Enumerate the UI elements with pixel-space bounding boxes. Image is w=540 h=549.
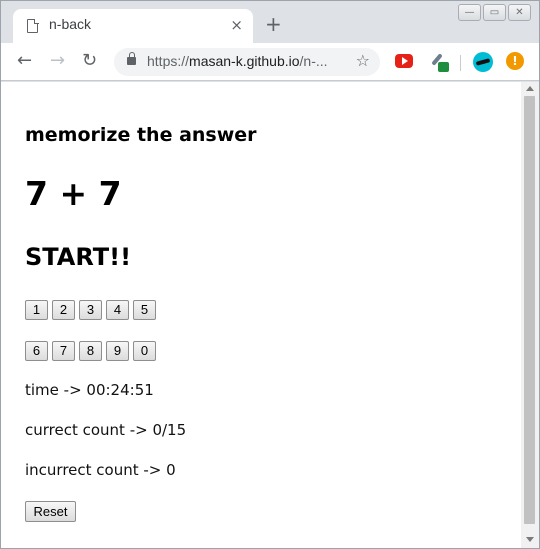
youtube-icon[interactable] bbox=[395, 54, 413, 68]
key-0-button[interactable]: 0 bbox=[133, 341, 156, 361]
forward-icon[interactable]: → bbox=[50, 50, 65, 72]
instruction-heading: memorize the answer bbox=[25, 124, 257, 146]
scroll-thumb[interactable] bbox=[524, 96, 535, 524]
tab-n-back[interactable]: n-back × bbox=[13, 9, 253, 43]
status-heading: START!! bbox=[25, 243, 132, 271]
page-icon bbox=[27, 18, 39, 33]
key-8-button[interactable]: 8 bbox=[79, 341, 102, 361]
key-5-button[interactable]: 5 bbox=[133, 300, 156, 320]
lock-icon[interactable] bbox=[127, 52, 136, 65]
bookmark-star-icon[interactable]: ☆ bbox=[356, 51, 370, 70]
scroll-down-arrow-icon[interactable] bbox=[526, 537, 534, 542]
color-picker-icon[interactable] bbox=[429, 53, 449, 72]
question-expression: 7 + 7 bbox=[25, 174, 122, 213]
key-6-button[interactable]: 6 bbox=[25, 341, 48, 361]
scroll-up-arrow-icon[interactable] bbox=[526, 86, 534, 91]
close-icon[interactable]: × bbox=[230, 17, 243, 33]
browser-window: n-back × + — ▭ ✕ ← → ↻ https://masan-k.g… bbox=[0, 0, 540, 549]
minimize-button[interactable]: — bbox=[458, 4, 481, 21]
alert-icon[interactable]: ! bbox=[506, 52, 524, 70]
vertical-scrollbar[interactable] bbox=[521, 82, 539, 548]
reload-icon[interactable]: ↻ bbox=[82, 50, 97, 72]
reset-button[interactable]: Reset bbox=[25, 501, 76, 522]
new-tab-icon[interactable]: + bbox=[265, 14, 282, 34]
back-icon[interactable]: ← bbox=[17, 50, 32, 72]
close-window-button[interactable]: ✕ bbox=[508, 4, 531, 21]
maximize-button[interactable]: ▭ bbox=[483, 4, 506, 21]
keypad-row-2: 6 7 8 9 0 bbox=[25, 341, 156, 361]
key-1-button[interactable]: 1 bbox=[25, 300, 48, 320]
keypad-row-1: 1 2 3 4 5 bbox=[25, 300, 156, 320]
avatar-icon[interactable] bbox=[473, 52, 493, 72]
tab-title: n-back bbox=[49, 16, 92, 32]
url-text[interactable]: https://masan-k.github.io/n-... bbox=[147, 53, 343, 69]
key-4-button[interactable]: 4 bbox=[106, 300, 129, 320]
key-2-button[interactable]: 2 bbox=[52, 300, 75, 320]
time-display: time -> 00:24:51 bbox=[25, 381, 154, 399]
incorrect-count: incurrect count -> 0 bbox=[25, 461, 176, 479]
key-9-button[interactable]: 9 bbox=[106, 341, 129, 361]
correct-count: currect count -> 0/15 bbox=[25, 421, 187, 439]
window-controls: — ▭ ✕ bbox=[458, 4, 531, 21]
address-bar[interactable]: https://masan-k.github.io/n-... ☆ bbox=[114, 48, 380, 76]
browser-toolbar: ← → ↻ https://masan-k.github.io/n-... ☆ … bbox=[1, 43, 539, 81]
toolbar-divider bbox=[460, 55, 461, 71]
tab-strip: n-back × + — ▭ ✕ bbox=[1, 1, 539, 43]
key-7-button[interactable]: 7 bbox=[52, 341, 75, 361]
page-viewport: memorize the answer 7 + 7 START!! 1 2 3 … bbox=[1, 82, 521, 548]
key-3-button[interactable]: 3 bbox=[79, 300, 102, 320]
